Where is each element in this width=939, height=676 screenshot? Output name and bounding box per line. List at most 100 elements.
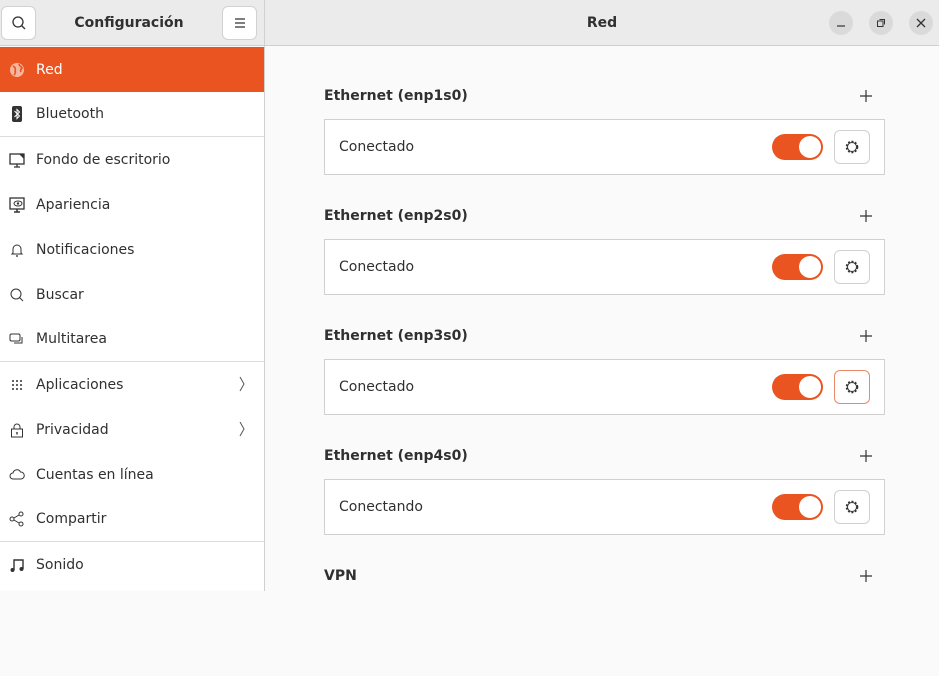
sidebar-item-online-accounts[interactable]: Cuentas en línea xyxy=(0,452,264,497)
search-icon xyxy=(8,286,26,304)
toggle-knob xyxy=(799,376,821,398)
close-button[interactable] xyxy=(909,11,933,35)
section-title: Ethernet (enp3s0) xyxy=(324,328,468,344)
sidebar-title: Configuración xyxy=(74,15,184,31)
add-connection-button[interactable] xyxy=(859,569,873,583)
connection-settings-button[interactable] xyxy=(834,490,870,524)
sidebar-item-sharing[interactable]: Compartir xyxy=(0,497,264,542)
sidebar-item-multitasking[interactable]: Multitarea xyxy=(0,317,264,362)
hamburger-icon xyxy=(234,18,245,28)
sidebar-item-label: Red xyxy=(36,61,63,78)
section-title: Ethernet (enp4s0) xyxy=(324,448,468,464)
plus-icon xyxy=(860,570,872,582)
close-icon xyxy=(916,18,926,28)
sidebar-item-label: Compartir xyxy=(36,511,107,527)
main-header: Red xyxy=(265,0,939,46)
plus-icon xyxy=(860,90,872,102)
gear-icon xyxy=(845,260,859,274)
connection-status: Conectando xyxy=(339,499,423,515)
sidebar-item-search[interactable]: Buscar xyxy=(0,272,264,317)
maximize-button[interactable] xyxy=(869,11,893,35)
section-header: Ethernet (enp1s0) xyxy=(324,76,885,116)
sidebar-item-privacy[interactable]: Privacidad xyxy=(0,407,264,452)
toggle-knob xyxy=(799,136,821,158)
minimize-icon xyxy=(837,25,845,27)
pane-divider xyxy=(264,0,265,591)
connection-row: Conectando xyxy=(324,479,885,535)
connection-toggle[interactable] xyxy=(772,374,823,400)
sidebar-item-label: Sonido xyxy=(36,556,84,573)
sidebar-item-label: Privacidad xyxy=(36,421,109,438)
sidebar-item-red[interactable]: Red xyxy=(0,47,264,92)
cloud-icon xyxy=(8,466,26,484)
sidebar-item-notifications[interactable]: Notificaciones xyxy=(0,227,264,272)
sidebar: Red Bluetooth Fondo de escritorio Aparie… xyxy=(0,47,264,591)
sidebar-item-label: Bluetooth xyxy=(36,106,104,122)
plus-icon xyxy=(860,450,872,462)
connection-settings-button[interactable] xyxy=(834,370,870,404)
chevron-right-icon xyxy=(239,421,245,437)
apps-grid-icon xyxy=(8,376,26,394)
sidebar-item-label: Buscar xyxy=(36,286,84,303)
section-header: Ethernet (enp2s0) xyxy=(324,196,885,236)
sidebar-item-label: Cuentas en línea xyxy=(36,466,154,483)
connection-toggle[interactable] xyxy=(772,134,823,160)
section-title: Ethernet (enp2s0) xyxy=(324,208,468,224)
add-connection-button[interactable] xyxy=(859,209,873,223)
gear-icon xyxy=(845,500,859,514)
search-button[interactable] xyxy=(1,6,36,40)
sidebar-item-appearance[interactable]: Apariencia xyxy=(0,182,264,227)
connection-settings-button[interactable] xyxy=(834,130,870,164)
network-section: Ethernet (enp4s0) Conectando xyxy=(324,436,885,556)
menu-button[interactable] xyxy=(222,6,257,40)
connection-row: Conectado xyxy=(324,119,885,175)
connection-toggle[interactable] xyxy=(772,494,823,520)
network-section: Ethernet (enp1s0) Conectado xyxy=(324,76,885,196)
network-panel: Ethernet (enp1s0) Conectado Ethernet (enp2… xyxy=(324,76,885,676)
chevron-right-icon xyxy=(239,376,245,392)
sidebar-item-applications[interactable]: Aplicaciones xyxy=(0,362,264,407)
toggle-knob xyxy=(799,256,821,278)
section-title: VPN xyxy=(324,568,357,584)
wallpaper-icon xyxy=(8,151,26,169)
connection-settings-button[interactable] xyxy=(834,250,870,284)
sidebar-item-label: Notificaciones xyxy=(36,241,135,258)
sidebar-item-bluetooth[interactable]: Bluetooth xyxy=(0,92,264,137)
globe-icon xyxy=(8,61,26,79)
music-note-icon xyxy=(8,556,26,574)
connection-status: Conectado xyxy=(339,379,415,395)
connection-status: Conectado xyxy=(339,139,415,155)
connection-row: Conectado xyxy=(324,359,885,415)
network-section: Ethernet (enp2s0) Conectado xyxy=(324,196,885,316)
restore-icon xyxy=(877,19,885,27)
multitasking-icon xyxy=(8,330,26,348)
section-header: Ethernet (enp4s0) xyxy=(324,436,885,476)
plus-icon xyxy=(860,330,872,342)
sidebar-item-label: Aplicaciones xyxy=(36,376,124,393)
section-header: Ethernet (enp3s0) xyxy=(324,316,885,356)
lock-icon xyxy=(8,421,26,439)
section-title: Ethernet (enp1s0) xyxy=(324,88,468,104)
gear-icon xyxy=(845,380,859,394)
minimize-button[interactable] xyxy=(829,11,853,35)
appearance-icon xyxy=(8,196,26,214)
gear-icon xyxy=(845,140,859,154)
bluetooth-icon xyxy=(8,105,26,123)
sidebar-header: Configuración xyxy=(0,0,264,46)
connection-toggle[interactable] xyxy=(772,254,823,280)
section-header: VPN xyxy=(324,556,885,596)
sidebar-item-sound[interactable]: Sonido xyxy=(0,542,264,587)
connection-status: Conectado xyxy=(339,259,415,275)
connection-row: Conectado xyxy=(324,239,885,295)
add-connection-button[interactable] xyxy=(859,89,873,103)
plus-icon xyxy=(860,210,872,222)
bell-icon xyxy=(8,241,26,259)
sidebar-item-label: Apariencia xyxy=(36,196,111,213)
share-icon xyxy=(8,510,26,528)
sidebar-item-label: Fondo de escritorio xyxy=(36,151,171,168)
add-connection-button[interactable] xyxy=(859,449,873,463)
add-connection-button[interactable] xyxy=(859,329,873,343)
sidebar-item-label: Multitarea xyxy=(36,331,107,347)
toggle-knob xyxy=(799,496,821,518)
sidebar-item-wallpaper[interactable]: Fondo de escritorio xyxy=(0,137,264,182)
